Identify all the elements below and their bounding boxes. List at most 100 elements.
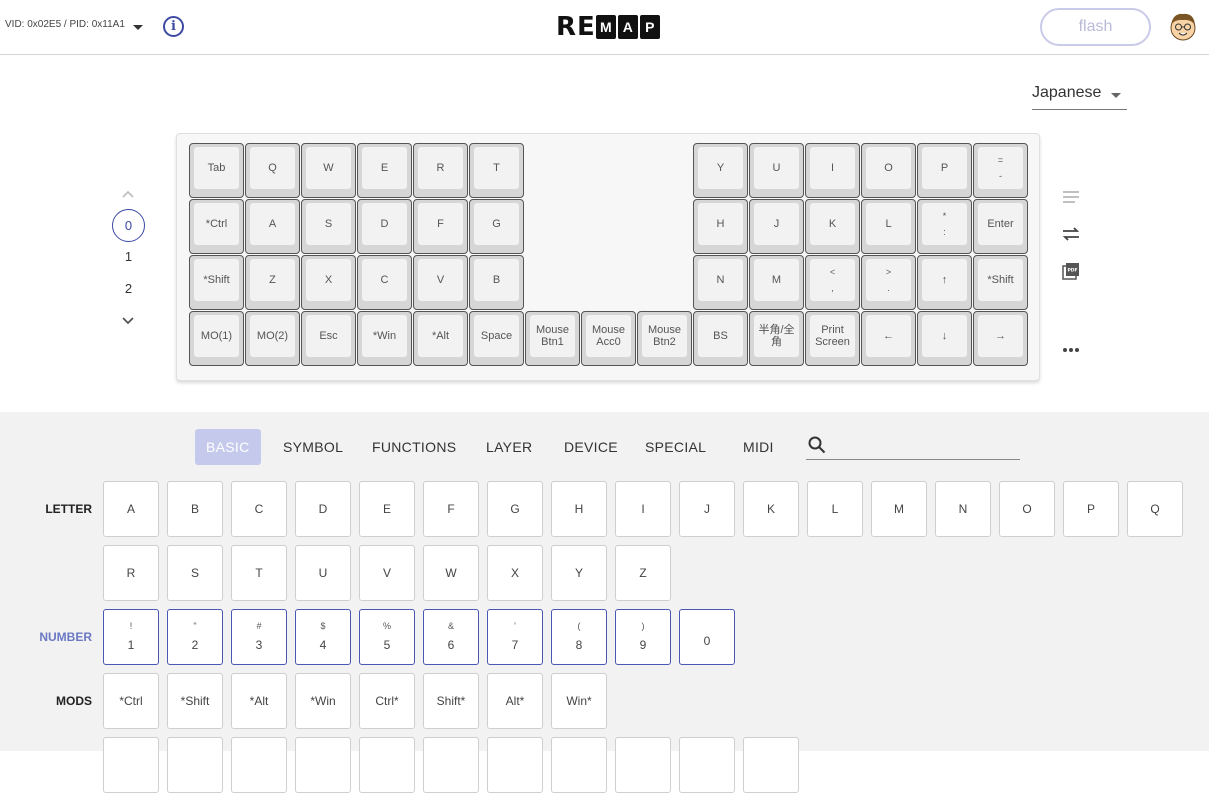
list-icon[interactable] — [1061, 187, 1081, 207]
keycode-number[interactable]: (8 — [551, 609, 607, 665]
keyboard-key[interactable]: <, — [805, 255, 860, 310]
keycode-key[interactable] — [167, 737, 223, 793]
info-icon[interactable]: i — [163, 16, 184, 37]
keycode-key[interactable] — [231, 737, 287, 793]
keycode-mod[interactable]: Win* — [551, 673, 607, 729]
keycode-mod[interactable]: *Win — [295, 673, 351, 729]
tab-functions[interactable]: FUNCTIONS — [372, 429, 456, 465]
avatar[interactable] — [1167, 11, 1199, 43]
keyboard-key[interactable]: J — [749, 199, 804, 254]
keyboard-key[interactable]: Q — [245, 143, 300, 198]
keyboard-key[interactable]: M — [749, 255, 804, 310]
keyboard-key[interactable]: MO(2) — [245, 311, 300, 366]
more-icon[interactable] — [1061, 340, 1081, 360]
keycode-key[interactable] — [103, 737, 159, 793]
keycode-letter[interactable]: C — [231, 481, 287, 537]
keyboard-key[interactable]: L — [861, 199, 916, 254]
keyboard-key[interactable]: Mouse Acc0 — [581, 311, 636, 366]
keycode-letter[interactable]: N — [935, 481, 991, 537]
keyboard-key[interactable]: H — [693, 199, 748, 254]
keyboard-key[interactable]: Print Screen — [805, 311, 860, 366]
tab-layer[interactable]: LAYER — [486, 429, 532, 465]
tab-midi[interactable]: MIDI — [743, 429, 774, 465]
keyboard-key[interactable]: B — [469, 255, 524, 310]
keyboard-key[interactable]: BS — [693, 311, 748, 366]
keycode-number[interactable]: " 2 — [167, 609, 223, 665]
keyboard-key[interactable]: O — [861, 143, 916, 198]
keycode-letter[interactable]: F — [423, 481, 479, 537]
keycode-mod[interactable]: Shift* — [423, 673, 479, 729]
keycode-key[interactable] — [551, 737, 607, 793]
keycode-mod[interactable]: Ctrl* — [359, 673, 415, 729]
keycode-letter[interactable]: X — [487, 545, 543, 601]
tab-symbol[interactable]: SYMBOL — [283, 429, 343, 465]
keyboard-key[interactable]: ← — [861, 311, 916, 366]
keyboard-key[interactable]: Mouse Btn2 — [637, 311, 692, 366]
keycode-mod[interactable]: *Shift — [167, 673, 223, 729]
keycode-letter[interactable]: U — [295, 545, 351, 601]
keyboard-key[interactable]: *Win — [357, 311, 412, 366]
keyboard-key[interactable]: C — [357, 255, 412, 310]
keyboard-key[interactable]: W — [301, 143, 356, 198]
keyboard-key[interactable]: Esc — [301, 311, 356, 366]
tab-special[interactable]: SPECIAL — [645, 429, 706, 465]
keyboard-key[interactable]: *: — [917, 199, 972, 254]
keycode-letter[interactable]: A — [103, 481, 159, 537]
pdf-icon[interactable]: PDF — [1061, 261, 1081, 281]
keyboard-key[interactable]: Y — [693, 143, 748, 198]
keycode-letter[interactable]: Z — [615, 545, 671, 601]
keyboard-key[interactable]: F — [413, 199, 468, 254]
layer-item-2[interactable]: 2 — [112, 281, 145, 296]
keyboard-key[interactable]: D — [357, 199, 412, 254]
tab-device[interactable]: DEVICE — [564, 429, 618, 465]
keycode-letter[interactable]: W — [423, 545, 479, 601]
keyboard-key[interactable]: V — [413, 255, 468, 310]
keyboard-key[interactable]: G — [469, 199, 524, 254]
search-input[interactable] — [806, 430, 1020, 460]
keycode-letter[interactable]: Y — [551, 545, 607, 601]
keycode-letter[interactable]: I — [615, 481, 671, 537]
keyboard-key[interactable]: E — [357, 143, 412, 198]
layer-item-1[interactable]: 1 — [112, 249, 145, 264]
keyboard-key[interactable]: ↑ — [917, 255, 972, 310]
keycode-key[interactable] — [359, 737, 415, 793]
language-select[interactable]: Japanese — [1032, 84, 1127, 110]
keyboard-key[interactable]: ↓ — [917, 311, 972, 366]
keyboard-key[interactable]: X — [301, 255, 356, 310]
keycode-number[interactable]: 0 — [679, 609, 735, 665]
keycode-letter[interactable]: T — [231, 545, 287, 601]
keycode-letter[interactable]: Q — [1127, 481, 1183, 537]
keyboard-key[interactable]: K — [805, 199, 860, 254]
keycode-mod[interactable]: *Alt — [231, 673, 287, 729]
keycode-number[interactable]: ) 9 — [615, 609, 671, 665]
keycode-letter[interactable]: K — [743, 481, 799, 537]
keycode-letter[interactable]: R — [103, 545, 159, 601]
keyboard-key[interactable]: Enter — [973, 199, 1028, 254]
keyboard-key[interactable]: Z — [245, 255, 300, 310]
keycode-key[interactable] — [423, 737, 479, 793]
keycode-letter[interactable]: P — [1063, 481, 1119, 537]
keycode-letter[interactable]: O — [999, 481, 1055, 537]
keyboard-key[interactable]: *Shift — [973, 255, 1028, 310]
keycode-letter[interactable]: M — [871, 481, 927, 537]
keycode-number[interactable]: #3 — [231, 609, 287, 665]
keyboard-key[interactable]: R — [413, 143, 468, 198]
keycode-key[interactable] — [615, 737, 671, 793]
keycode-letter[interactable]: H — [551, 481, 607, 537]
keycode-key[interactable] — [743, 737, 799, 793]
keyboard-key[interactable]: P — [917, 143, 972, 198]
keycode-letter[interactable]: J — [679, 481, 735, 537]
keycode-number[interactable]: ! 1 — [103, 609, 159, 665]
device-vid-pid[interactable]: VID: 0x02E5 / PID: 0x11A1 — [5, 19, 125, 30]
keyboard-key[interactable]: >. — [861, 255, 916, 310]
keyboard-key[interactable]: T — [469, 143, 524, 198]
keycode-letter[interactable]: L — [807, 481, 863, 537]
swap-icon[interactable] — [1061, 224, 1081, 244]
keycode-number[interactable]: % 5 — [359, 609, 415, 665]
keycode-number[interactable]: & 6 — [423, 609, 479, 665]
keyboard-key[interactable]: *Shift — [189, 255, 244, 310]
tab-basic[interactable]: BASIC — [195, 429, 261, 465]
keyboard-key[interactable]: *Alt — [413, 311, 468, 366]
keyboard-key[interactable]: Space — [469, 311, 524, 366]
keycode-key[interactable] — [679, 737, 735, 793]
